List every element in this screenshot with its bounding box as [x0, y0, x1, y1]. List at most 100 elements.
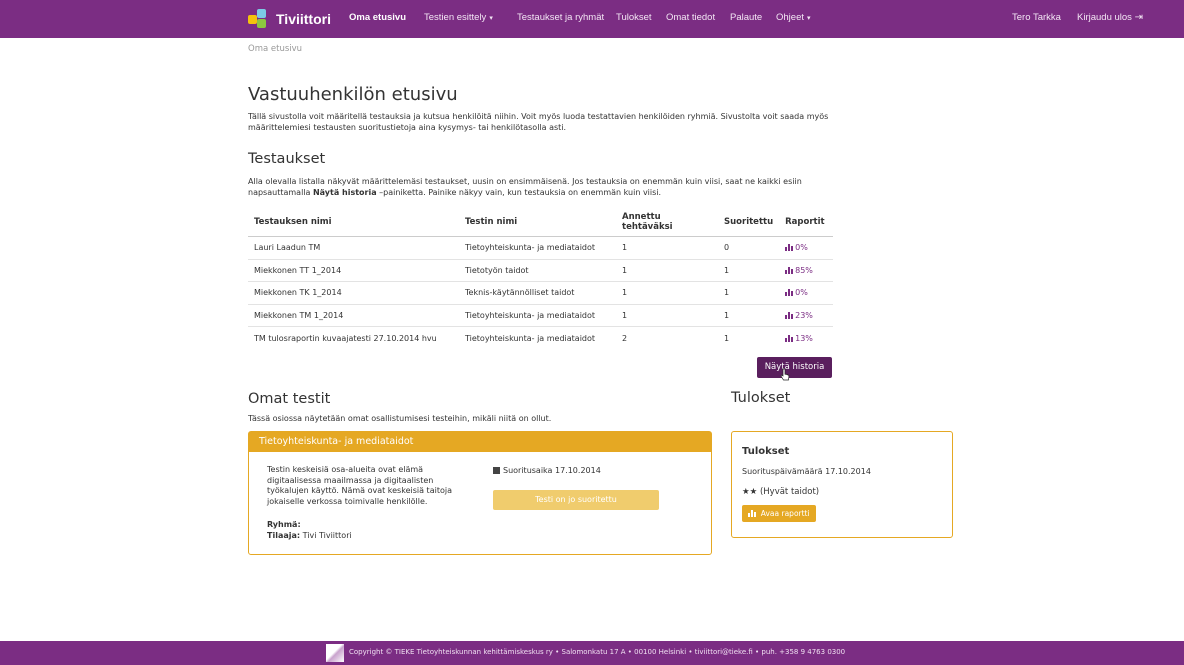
table-header-row: Testauksen nimi Testin nimi Annettu teht… — [248, 208, 833, 237]
report-link[interactable]: 23% — [779, 303, 833, 327]
nav-tulokset[interactable]: Tulokset — [616, 12, 652, 23]
report-value: 0% — [795, 243, 808, 253]
testaukset-table: Testauksen nimi Testin nimi Annettu teht… — [248, 208, 833, 349]
open-report-label: Avaa raportti — [760, 509, 810, 518]
nav-testien-esittely-label: Testien esittely — [424, 12, 487, 23]
test-name: Tietotyön taidot — [459, 258, 616, 282]
results-date: Suorituspäivämäärä 17.10.2014 — [742, 467, 871, 476]
report-value: 23% — [795, 310, 813, 320]
bar-chart-icon — [785, 289, 794, 297]
nav-ohjeet-label: Ohjeet — [776, 12, 804, 23]
bar-chart-icon — [785, 311, 794, 319]
testaukset-intro-text-2: –painiketta. Painike näkyy vain, kun tes… — [376, 188, 662, 197]
test-name: Tietoyhteiskunta- ja mediataidot — [459, 236, 616, 259]
column-header: Testauksen nimi — [248, 208, 459, 237]
column-header: Raportit — [779, 208, 833, 237]
page-title: Vastuuhenkilön etusivu — [248, 84, 458, 105]
report-value: 0% — [795, 288, 808, 298]
bar-chart-icon — [785, 266, 794, 274]
breadcrumb[interactable]: Oma etusivu — [248, 44, 302, 54]
test-name: Tietoyhteiskunta- ja mediataidot — [459, 326, 616, 349]
page-intro: Tällä sivustolla voit määritellä testauk… — [248, 112, 829, 132]
footer: Copyright © TIEKE Tietoyhteiskunnan kehi… — [0, 641, 1184, 665]
tieke-logo-icon — [326, 644, 344, 662]
report-link[interactable]: 13% — [779, 326, 833, 349]
table-row: Miekkonen TK 1_2014 Teknis-käytännöllise… — [248, 281, 833, 304]
user-name[interactable]: Tero Tarkka — [1012, 12, 1061, 23]
assigned-count: 1 — [616, 258, 718, 282]
testaukset-intro-bold: Näytä historia — [312, 188, 377, 197]
calendar-icon — [493, 467, 500, 474]
tiviittori-logo-icon — [248, 9, 270, 29]
orderer-label: Tilaaja: — [267, 530, 301, 540]
table-row: Miekkonen TT 1_2014 Tietotyön taidot 1 1… — [248, 258, 833, 282]
done-count: 1 — [718, 281, 780, 304]
nav-omat-tiedot[interactable]: Omat tiedot — [666, 12, 715, 23]
panel-description: Testin keskeisiä osa-alueita ovat elämä … — [267, 465, 452, 506]
logout-icon: ⇥ — [1134, 12, 1143, 23]
testaukset-intro: Alla olevalla listalla näkyvät määrittel… — [248, 176, 848, 198]
test-panel: Tietoyhteiskunta- ja mediataidot Testin … — [248, 431, 712, 555]
results-card: Tulokset Suorituspäivämäärä 17.10.2014 ★… — [731, 431, 953, 538]
star-icon: ★★ — [742, 487, 758, 497]
nav-palaute[interactable]: Palaute — [730, 12, 762, 23]
brand-name: Tiviittori — [276, 11, 331, 27]
footer-copyright: Copyright © TIEKE Tietoyhteiskunnan kehi… — [349, 648, 846, 656]
column-header: Suoritettu — [718, 208, 780, 237]
column-header: Annettu tehtäväksi — [616, 208, 718, 237]
completion-date-text: Suoritusaika 17.10.2014 — [503, 466, 601, 475]
testaus-name: Lauri Laadun TM — [248, 236, 459, 259]
testaus-name: TM tulosraportin kuvaajatesti 27.10.2014… — [248, 326, 459, 349]
group-label: Ryhmä: — [267, 520, 301, 529]
chevron-down-icon: ▾ — [807, 15, 811, 22]
assigned-count: 1 — [616, 303, 718, 327]
orderer-row: Tilaaja: Tivi Tiviittori — [267, 531, 352, 542]
open-report-button[interactable]: Avaa raportti — [742, 505, 816, 522]
logout-link[interactable]: Kirjaudu ulos ⇥ — [1077, 12, 1143, 23]
done-count: 0 — [718, 236, 780, 259]
nav-testien-esittely[interactable]: Testien esittely ▾ — [424, 12, 493, 23]
orderer-value: Tivi Tiviittori — [302, 530, 352, 540]
omat-testit-heading: Omat testit — [248, 391, 331, 407]
chevron-down-icon: ▾ — [489, 15, 493, 22]
skill-rating-label: (Hyvät taidot) — [759, 487, 820, 497]
testaus-name: Miekkonen TK 1_2014 — [248, 281, 459, 304]
panel-title: Tietoyhteiskunta- ja mediataidot — [249, 432, 711, 452]
navbar: Tiviittori Oma etusivu Testien esittely ▾… — [0, 0, 1184, 38]
bar-chart-icon — [748, 510, 757, 517]
column-header: Testin nimi — [459, 208, 616, 237]
report-link[interactable]: 0% — [779, 236, 833, 259]
testaukset-heading: Testaukset — [248, 151, 326, 167]
table-row: Lauri Laadun TM Tietoyhteiskunta- ja med… — [248, 236, 833, 259]
show-history-button[interactable]: Näytä historia — [757, 357, 832, 378]
brand-link[interactable]: Tiviittori — [248, 7, 331, 31]
test-name: Tietoyhteiskunta- ja mediataidot — [459, 303, 616, 327]
nav-testaukset-ja-ryhmat[interactable]: Testaukset ja ryhmät — [517, 12, 604, 23]
testaus-name: Miekkonen TT 1_2014 — [248, 258, 459, 282]
results-card-title: Tulokset — [742, 446, 790, 457]
omat-testit-intro: Tässä osiossa näytetään omat osallistumi… — [248, 414, 552, 423]
tulokset-heading: Tulokset — [731, 390, 791, 406]
table-row: Miekkonen TM 1_2014 Tietoyhteiskunta- ja… — [248, 303, 833, 327]
test-done-button[interactable]: Testi on jo suoritettu — [493, 490, 659, 510]
nav-oma-etusivu[interactable]: Oma etusivu — [349, 12, 406, 23]
assigned-count: 1 — [616, 236, 718, 259]
hand-cursor-icon — [780, 368, 790, 381]
logout-label: Kirjaudu ulos — [1077, 12, 1132, 23]
nav-ohjeet[interactable]: Ohjeet ▾ — [776, 12, 811, 23]
done-count: 1 — [718, 258, 780, 282]
report-link[interactable]: 85% — [779, 258, 833, 282]
bar-chart-icon — [785, 244, 794, 252]
report-value: 85% — [795, 265, 813, 275]
testaus-name: Miekkonen TM 1_2014 — [248, 303, 459, 327]
report-link[interactable]: 0% — [779, 281, 833, 304]
table-row: TM tulosraportin kuvaajatesti 27.10.2014… — [248, 326, 833, 349]
completion-date: Suoritusaika 17.10.2014 — [493, 466, 601, 475]
report-value: 13% — [795, 333, 813, 343]
panel-meta: Ryhmä: Tilaaja: Tivi Tiviittori — [267, 520, 352, 541]
bar-chart-icon — [785, 334, 794, 342]
skill-rating: ★★ (Hyvät taidot) — [742, 487, 819, 497]
assigned-count: 2 — [616, 326, 718, 349]
done-count: 1 — [718, 326, 780, 349]
test-name: Teknis-käytännölliset taidot — [459, 281, 616, 304]
